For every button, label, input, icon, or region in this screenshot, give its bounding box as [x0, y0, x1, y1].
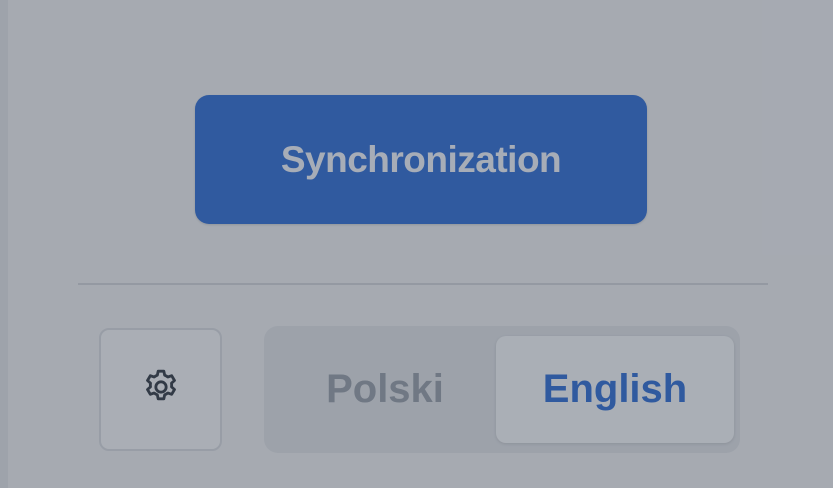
panel-edge	[0, 0, 8, 495]
language-switch: Polski English	[264, 326, 740, 453]
language-option-english[interactable]: English	[496, 336, 734, 443]
gear-icon	[141, 367, 181, 412]
language-option-polski[interactable]: Polski	[276, 336, 494, 443]
bottom-edge	[0, 488, 833, 495]
side-panel: Synchronization Polski English	[0, 0, 833, 495]
settings-button[interactable]	[99, 328, 222, 451]
synchronization-button[interactable]: Synchronization	[195, 95, 647, 224]
divider	[78, 283, 768, 285]
